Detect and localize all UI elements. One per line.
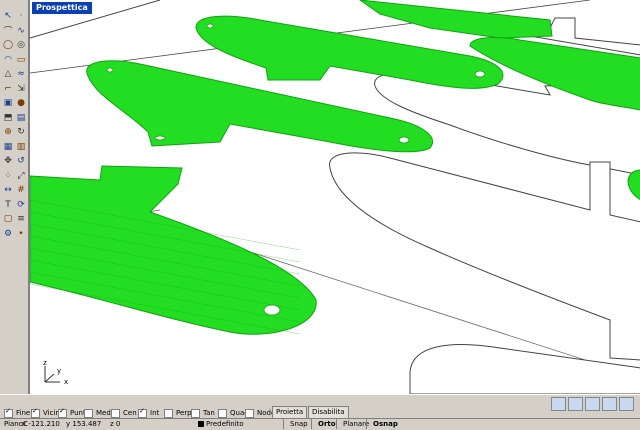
move-icon[interactable]: ✥ xyxy=(2,155,14,167)
osnap-checkbox[interactable] xyxy=(191,408,200,418)
osnap-perp[interactable]: Perp xyxy=(164,408,192,418)
fillet-icon[interactable]: ⌐ xyxy=(2,83,14,95)
mounting-hole xyxy=(474,70,486,78)
mounting-hole xyxy=(398,136,410,144)
perspective-viewport[interactable]: Prospettica z y x xyxy=(29,0,640,394)
osnap-label: Int xyxy=(150,409,160,417)
box-icon[interactable]: ▣ xyxy=(2,97,14,109)
extrude-icon[interactable]: ⬒ xyxy=(2,112,14,124)
osnap-checkbox[interactable] xyxy=(4,407,13,418)
camera-icon[interactable] xyxy=(602,397,617,411)
osnap-toggle[interactable]: Osnap xyxy=(366,419,404,429)
boolean-icon[interactable]: ⊕ xyxy=(2,126,14,138)
freeform-icon[interactable]: ≈ xyxy=(15,68,27,80)
group-icon[interactable]: ▢ xyxy=(2,213,14,225)
osnap-cen[interactable]: Cen xyxy=(111,408,137,418)
materials-icon[interactable] xyxy=(568,397,583,411)
osnap-label: Perp xyxy=(176,409,192,417)
outline-part xyxy=(409,344,640,394)
scale-icon[interactable]: ⤢ xyxy=(15,170,27,182)
render-icon[interactable] xyxy=(551,397,566,411)
lights-icon[interactable] xyxy=(585,397,600,411)
osnap-bar: FineVicinoPuntoMedioCenIntPerpTanQuadNod… xyxy=(0,394,640,419)
mounting-hole xyxy=(106,67,114,73)
mounting-hole xyxy=(263,304,281,316)
select-arrow-icon[interactable]: ↖ xyxy=(2,10,14,22)
sweep-icon[interactable]: ↻ xyxy=(15,126,27,138)
sphere-icon[interactable]: ● xyxy=(15,97,27,109)
mesh-icon[interactable]: ▦ xyxy=(2,141,14,153)
osnap-checkbox[interactable] xyxy=(84,408,93,418)
layer-icon[interactable]: ≡ xyxy=(15,213,27,225)
axis-y-label: y xyxy=(57,367,61,375)
osnap-checkbox[interactable] xyxy=(111,408,120,418)
cap-icon[interactable]: ▥ xyxy=(15,141,27,153)
misc-icon[interactable]: • xyxy=(15,228,27,240)
mounting-hole xyxy=(154,135,166,141)
z-coordinate: z 0 xyxy=(110,420,121,428)
x-coordinate: x -121.210 xyxy=(22,420,60,428)
status-bar: PianoC x -121.210 y 153.487 z 0 Predefin… xyxy=(0,418,640,430)
osnap-tan[interactable]: Tan xyxy=(191,408,215,418)
settings-icon[interactable] xyxy=(619,397,634,411)
osnap-checkbox[interactable] xyxy=(138,407,147,418)
osnap-checkbox[interactable] xyxy=(164,408,173,418)
osnap-label: Cen xyxy=(123,409,137,417)
y-coordinate: y 153.487 xyxy=(66,420,102,428)
dimension-icon[interactable]: ↔ xyxy=(2,184,14,196)
osnap-int[interactable]: Int xyxy=(138,407,160,418)
osnap-label: Fine xyxy=(16,409,31,417)
layer-name: Predefinito xyxy=(206,420,244,428)
rebuild-icon[interactable]: ⟳ xyxy=(15,199,27,211)
outline-part xyxy=(329,152,640,361)
current-layer[interactable]: Predefinito xyxy=(198,419,244,430)
osnap-nodo[interactable]: Nodo xyxy=(245,408,275,418)
osnap-label: Tan xyxy=(203,409,215,417)
selected-part[interactable] xyxy=(627,169,640,200)
circle-icon[interactable]: ◯ xyxy=(2,39,14,51)
point-icon[interactable]: · xyxy=(15,10,27,22)
layer-color-swatch xyxy=(198,421,204,427)
polyline-icon[interactable]: ⌒ xyxy=(2,25,14,37)
tray-icons xyxy=(551,397,634,411)
array-icon[interactable]: ⁘ xyxy=(2,170,14,182)
polygon-icon[interactable]: △ xyxy=(2,68,14,80)
osnap-checkbox[interactable] xyxy=(58,407,67,418)
axis-indicator: z y x xyxy=(43,359,68,386)
mounting-hole xyxy=(206,23,214,29)
arc-icon[interactable]: ◠ xyxy=(2,54,14,66)
axis-z-label: z xyxy=(43,359,47,367)
rotate-icon[interactable]: ↺ xyxy=(15,155,27,167)
rectangle-icon[interactable]: ▭ xyxy=(15,54,27,66)
osnap-fine[interactable]: Fine xyxy=(4,407,31,418)
osnap-checkbox[interactable] xyxy=(245,408,254,418)
offset-icon[interactable]: ⇲ xyxy=(15,83,27,95)
properties-icon[interactable]: ⚙ xyxy=(2,228,14,240)
ellipse-icon[interactable]: ◎ xyxy=(15,39,27,51)
selected-part[interactable] xyxy=(359,0,553,39)
surface-icon[interactable]: ▤ xyxy=(15,112,27,124)
left-toolbar: ↖ · ⌒ ∿ ◯ ◎ ◠ ▭ △ ≈ ⌐ ⇲ ▣ ● ⬒ ▤ ⊕ ↻ ▦ ▥ ✥ ↺ ⁘ ⤢ ↔ # T ⟳ ▢ ≡ ⚙ • xyxy=(0,0,29,394)
osnap-checkbox[interactable] xyxy=(31,407,40,418)
text-icon[interactable]: T xyxy=(2,199,14,211)
scene-canvas[interactable] xyxy=(30,0,640,394)
snap-toggle[interactable]: Snap xyxy=(283,419,314,429)
axis-x-label: x xyxy=(64,378,68,386)
viewport-title[interactable]: Prospettica xyxy=(32,2,92,14)
grid-icon[interactable]: # xyxy=(15,184,27,196)
osnap-checkbox[interactable] xyxy=(218,408,227,418)
curve-icon[interactable]: ∿ xyxy=(15,25,27,37)
